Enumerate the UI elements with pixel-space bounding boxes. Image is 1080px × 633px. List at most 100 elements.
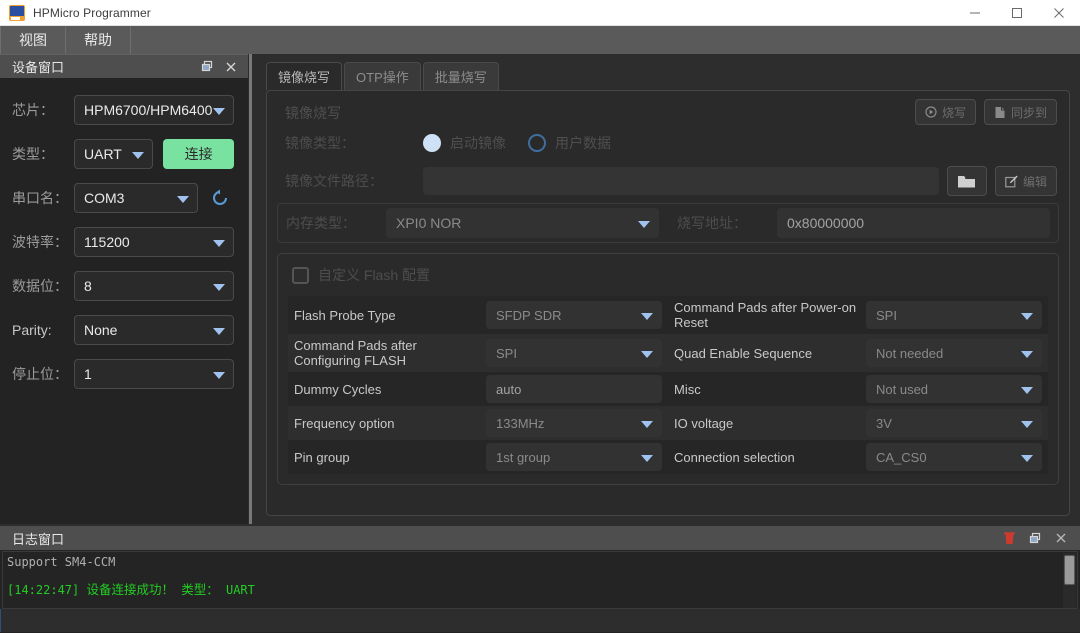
trash-icon[interactable] — [998, 528, 1020, 548]
tab-image-programming[interactable]: 镜像烧写 — [266, 62, 343, 90]
log-scrollbar[interactable] — [1063, 553, 1076, 608]
table-row: Dummy Cycles auto Misc Not used — [288, 372, 1048, 406]
chevron-down-icon — [213, 284, 225, 291]
cmd-pads-configuring-value: SPI — [496, 345, 517, 361]
type-select[interactable]: UART — [74, 139, 154, 169]
flash-probe-type-select[interactable]: SFDP SDR — [486, 301, 662, 329]
chevron-down-icon — [641, 351, 653, 358]
io-voltage-select[interactable]: 3V — [866, 409, 1042, 437]
minimize-icon[interactable] — [954, 0, 996, 26]
edit-button-label: 编辑 — [1022, 174, 1047, 189]
log-timestamp: [14:22:47] — [7, 583, 80, 597]
close-icon[interactable] — [220, 57, 242, 77]
misc-value: Not used — [876, 381, 929, 397]
close-icon[interactable] — [1050, 528, 1072, 548]
dummy-cycles-cell: Dummy Cycles auto — [288, 372, 668, 406]
tab-batch-programming[interactable]: 批量烧写 — [422, 62, 499, 90]
chevron-down-icon — [213, 108, 225, 115]
connection-selection-control: CA_CS0 — [866, 441, 1048, 473]
chip-select[interactable]: HPM6700/HPM6400 — [74, 95, 234, 125]
cmd-pads-configuring-label: Command Pads after Configuring FLASH — [294, 338, 417, 368]
cmd-pads-power-on-select[interactable]: SPI — [866, 301, 1042, 329]
flash-probe-type-control: SFDP SDR — [486, 299, 668, 331]
file-icon — [995, 106, 1005, 118]
log-scrollbar-thumb[interactable] — [1064, 555, 1075, 585]
file-path-input[interactable] — [423, 167, 939, 195]
type-row: 类型： UART 连接 — [12, 132, 234, 176]
port-select[interactable]: COM3 — [74, 183, 198, 213]
sync-to-button-label: 同步到 — [1010, 105, 1047, 120]
edit-button[interactable]: 编辑 — [994, 166, 1057, 196]
frequency-option-select[interactable]: 133MHz — [486, 409, 662, 437]
cmd-pads-power-on-value: SPI — [876, 307, 897, 323]
chevron-down-icon — [641, 421, 653, 428]
tab-strip: 镜像烧写 OTP操作 批量烧写 — [256, 60, 1078, 90]
window-controls — [954, 0, 1080, 26]
cmd-pads-configuring-control: SPI — [486, 337, 668, 369]
quad-enable-sequence-cell: Quad Enable Sequence Not needed — [668, 334, 1048, 372]
float-icon[interactable] — [196, 57, 218, 77]
misc-select[interactable]: Not used — [866, 375, 1042, 403]
quad-enable-sequence-control: Not needed — [866, 337, 1048, 369]
log-output[interactable]: Support SM4-CCM [14:22:47] 设备连接成功！ 类型： U… — [2, 551, 1078, 609]
memory-type-select[interactable]: XPI0 NOR — [386, 208, 659, 238]
flash-address-input[interactable]: 0x80000000 — [777, 208, 1050, 238]
table-row: Flash Probe Type SFDP SDR Command Pads a… — [288, 296, 1048, 334]
cmd-pads-power-on-label: Command Pads after Power-on Reset — [674, 300, 857, 330]
maximize-icon[interactable] — [996, 0, 1038, 26]
menu-item-view[interactable]: 视图 — [0, 26, 66, 54]
stopbits-label: 停止位： — [12, 366, 68, 382]
sync-to-button[interactable]: 同步到 — [983, 99, 1057, 125]
radio-boot-image[interactable]: 启动镜像 — [423, 133, 506, 153]
cmd-pads-configuring-select[interactable]: SPI — [486, 339, 662, 367]
databits-select[interactable]: 8 — [74, 271, 234, 301]
pin-group-label: Pin group — [294, 449, 350, 465]
pin-group-select[interactable]: 1st group — [486, 443, 662, 471]
dummy-cycles-label: Dummy Cycles — [294, 381, 382, 397]
chevron-down-icon — [132, 152, 145, 159]
program-button[interactable]: 烧写 — [914, 99, 976, 125]
menu-item-help[interactable]: 帮助 — [66, 26, 131, 54]
tab-otp-operation[interactable]: OTP操作 — [344, 62, 421, 90]
quad-enable-sequence-select[interactable]: Not needed — [866, 339, 1042, 367]
program-button-label: 烧写 — [941, 105, 966, 120]
app-icon — [9, 4, 25, 21]
custom-flash-checkbox[interactable] — [292, 266, 309, 284]
panel-actions: 烧写 同步到 — [914, 99, 1057, 125]
frequency-option-label: Frequency option — [294, 415, 395, 431]
log-dock-title: 日志窗口 — [12, 531, 65, 547]
play-circle-icon — [925, 106, 937, 118]
main-panel: 镜像烧写 OTP操作 批量烧写 镜像烧写 烧写 同步到 镜像类型： 启动镜像 用… — [254, 54, 1080, 524]
float-icon[interactable] — [1024, 528, 1046, 548]
table-row: Frequency option 133MHz IO voltage 3V — [288, 406, 1048, 440]
image-settings-section: 镜像类型： 启动镜像 用户数据 镜像文件路径： 编辑 内存类型： XPI0 NO… — [277, 125, 1059, 485]
chevron-down-icon — [638, 221, 650, 228]
log-line: Support SM4-CCM — [7, 555, 116, 569]
flash-probe-type-value: SFDP SDR — [496, 307, 562, 323]
parity-select[interactable]: None — [74, 315, 234, 345]
dummy-cycles-control: auto — [486, 373, 668, 405]
device-dock: 设备窗口 芯片： HPM6700/HPM6400 类型： UART 连接 串口名… — [0, 54, 248, 524]
chip-row: 芯片： HPM6700/HPM6400 — [12, 88, 234, 132]
misc-label: Misc — [674, 381, 701, 397]
connect-button[interactable]: 连接 — [163, 139, 234, 169]
dummy-cycles-input[interactable]: auto — [486, 375, 662, 403]
memory-type-label: 内存类型： — [286, 215, 356, 231]
radio-user-data[interactable]: 用户数据 — [528, 133, 611, 153]
frequency-option-control: 133MHz — [486, 407, 668, 439]
pin-group-control: 1st group — [486, 441, 668, 473]
flash-config-header[interactable]: 自定义 Flash 配置 — [288, 262, 1048, 288]
radio-unselected-icon — [528, 134, 546, 152]
close-icon[interactable] — [1038, 0, 1080, 26]
baud-select[interactable]: 115200 — [74, 227, 234, 257]
baud-label: 波特率： — [12, 234, 68, 250]
io-voltage-control: 3V — [866, 407, 1048, 439]
file-path-label: 镜像文件路径： — [285, 173, 383, 189]
flash-config-table: Flash Probe Type SFDP SDR Command Pads a… — [288, 296, 1048, 474]
stopbits-select[interactable]: 1 — [74, 359, 234, 389]
refresh-icon[interactable] — [206, 184, 234, 212]
browse-folder-button[interactable] — [946, 166, 987, 196]
dock-splitter[interactable] — [248, 54, 254, 524]
databits-label: 数据位： — [12, 278, 68, 294]
connection-selection-select[interactable]: CA_CS0 — [866, 443, 1042, 471]
